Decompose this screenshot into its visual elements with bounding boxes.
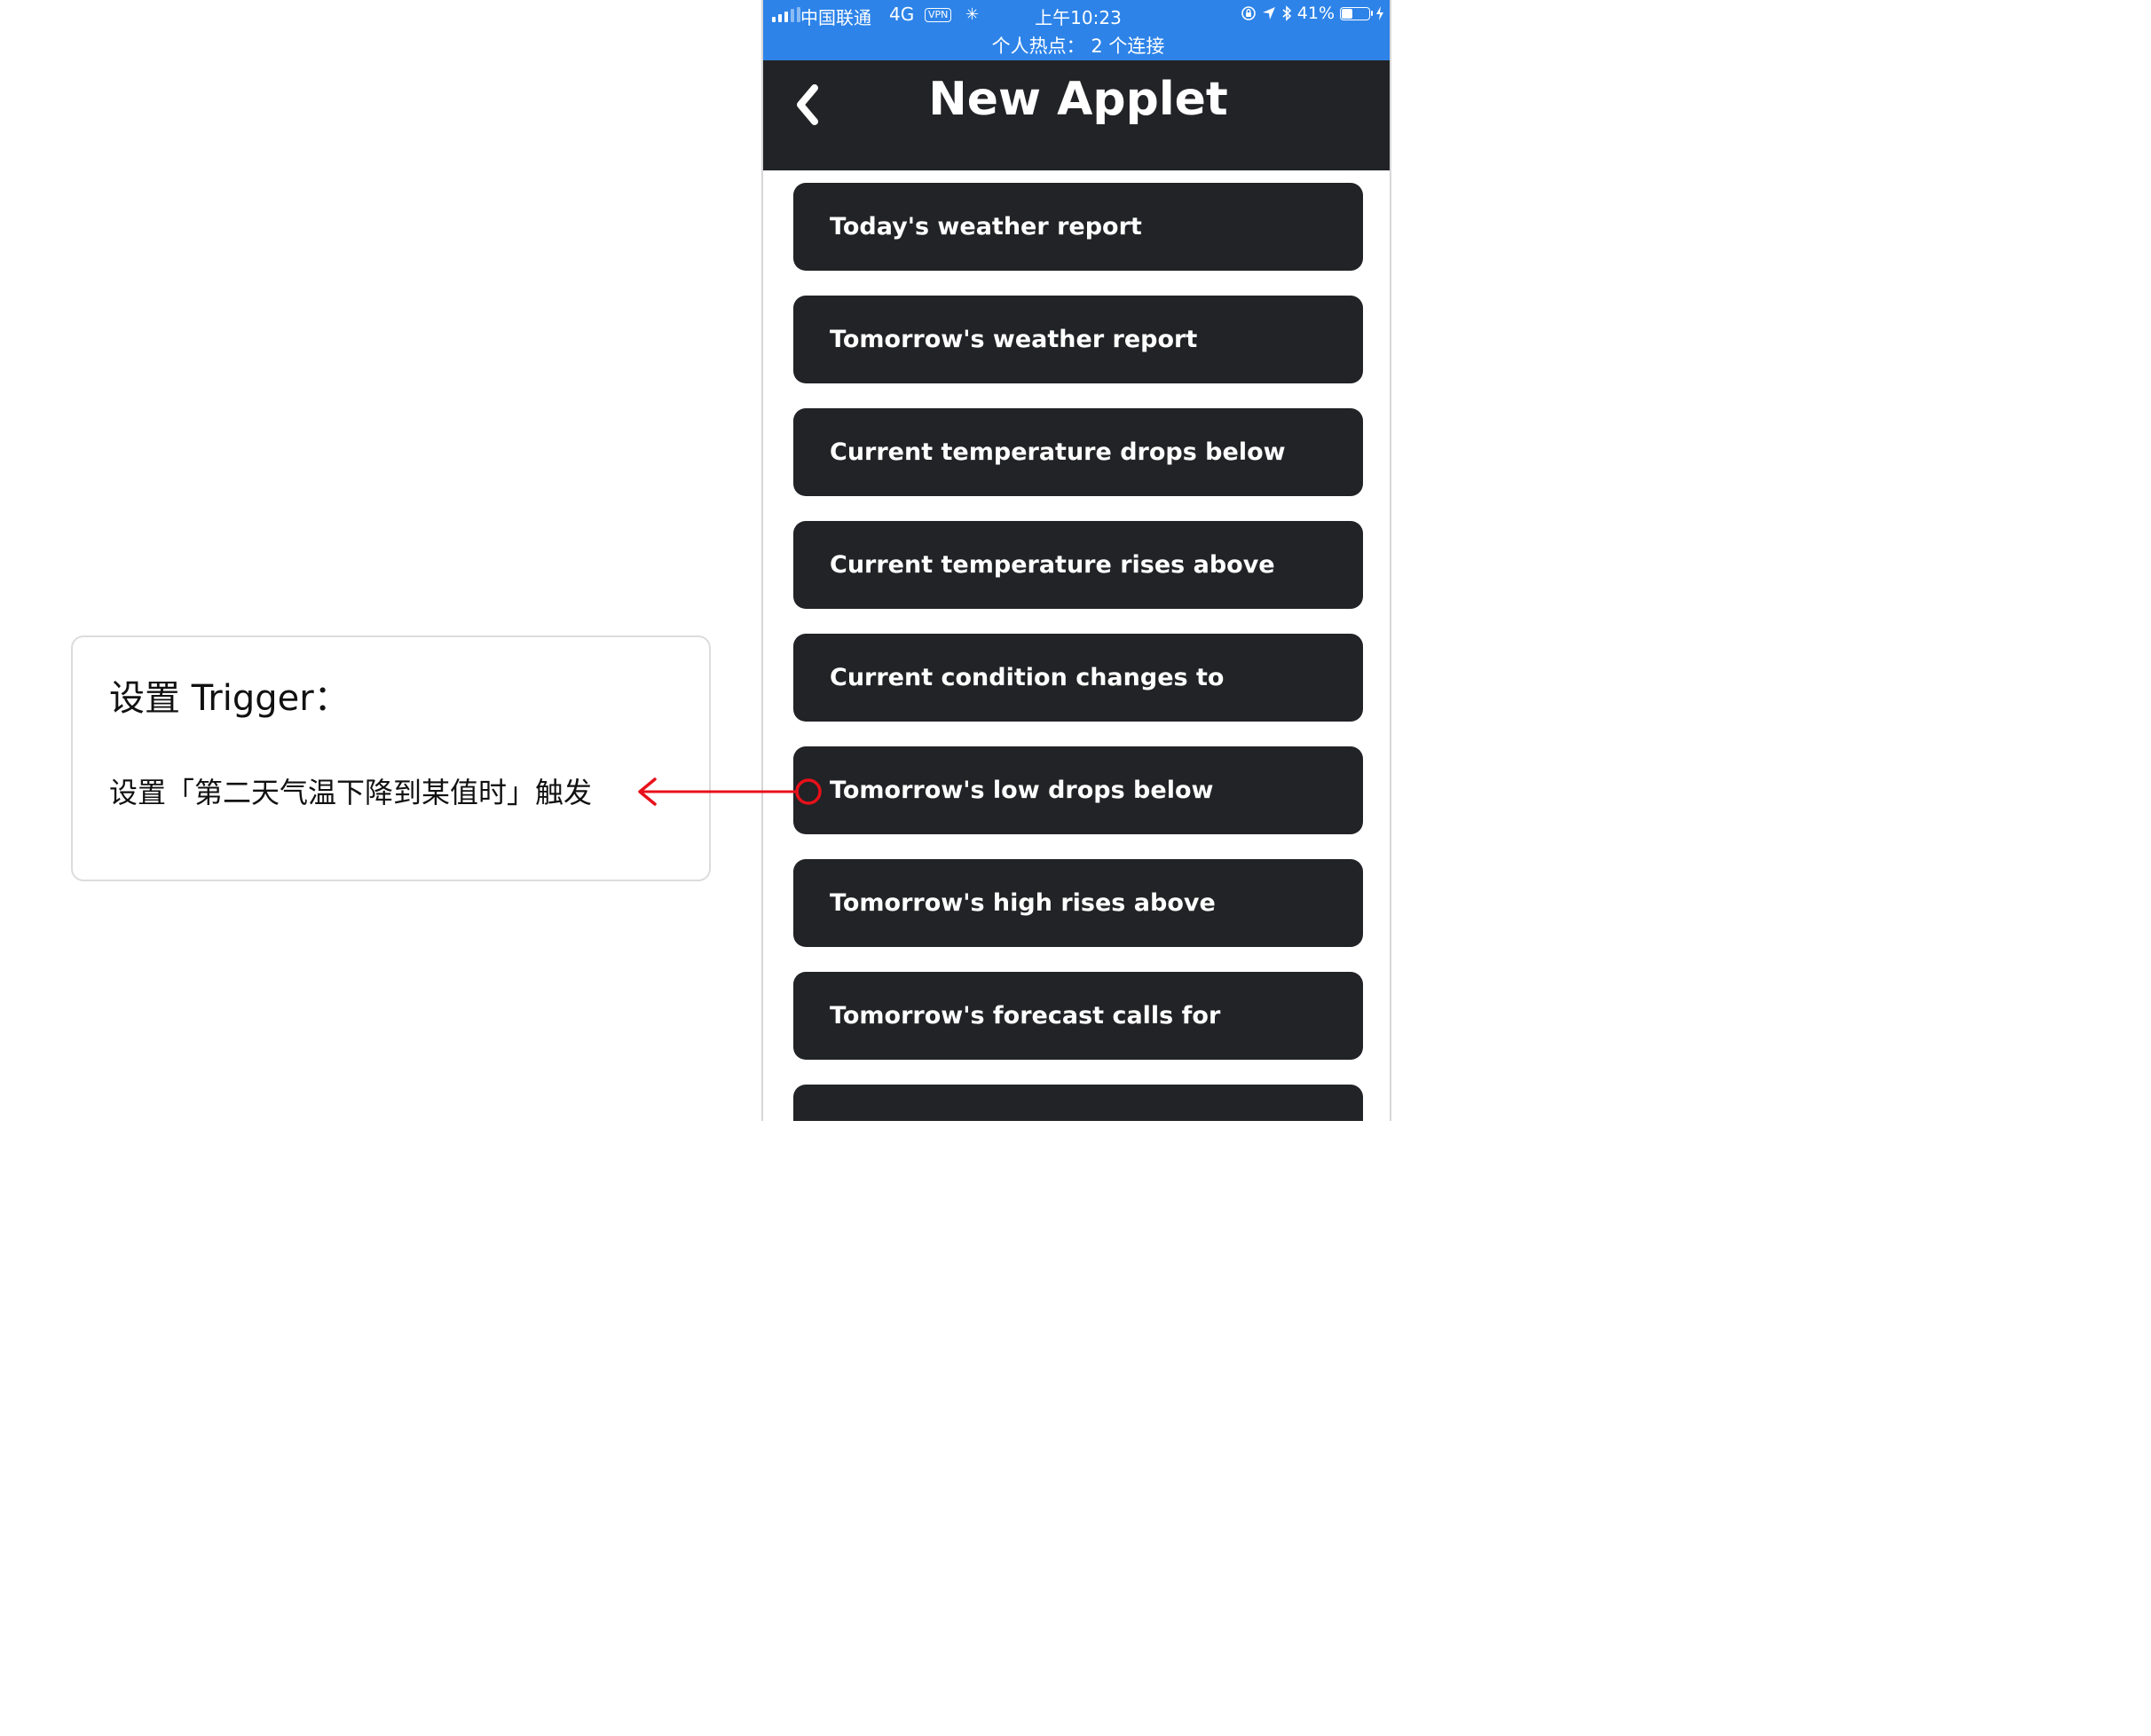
trigger-label: Current temperature rises above bbox=[830, 551, 1275, 579]
charging-icon bbox=[1376, 6, 1383, 20]
annotation-description: 设置「第二天气温下降到某值时」触发 bbox=[109, 776, 593, 809]
hotspot-banner[interactable]: 个人热点： 2 个连接 bbox=[763, 32, 1390, 59]
trigger-item[interactable]: Tomorrow's weather report bbox=[793, 296, 1363, 383]
trigger-item[interactable]: Current temperature rises above bbox=[793, 521, 1363, 609]
trigger-item[interactable]: Current temperature drops below bbox=[793, 408, 1363, 496]
trigger-list: Today's weather report Tomorrow's weather… bbox=[793, 183, 1363, 1121]
orientation-lock-icon bbox=[1241, 6, 1256, 20]
trigger-label: Tomorrow's low drops below bbox=[830, 777, 1214, 804]
annotation-title: 设置 Trigger： bbox=[109, 678, 350, 719]
trigger-label: Current condition changes to bbox=[830, 664, 1225, 691]
status-bar: 中国联通 4G VPN ✳ 上午10:23 41% 个人热点： 2 个连接 bbox=[763, 0, 1390, 60]
annotation-callout: 设置 Trigger： 设置「第二天气温下降到某值时」触发 bbox=[71, 635, 711, 881]
trigger-item-highlighted[interactable]: Tomorrow's low drops below bbox=[793, 746, 1363, 834]
trigger-item[interactable] bbox=[793, 1085, 1363, 1121]
trigger-item[interactable]: Tomorrow's high rises above bbox=[793, 859, 1363, 947]
nav-bar: New Applet bbox=[763, 60, 1390, 170]
trigger-item[interactable]: Tomorrow's forecast calls for bbox=[793, 972, 1363, 1060]
status-right-group: 41% bbox=[1241, 4, 1384, 23]
trigger-label: Tomorrow's forecast calls for bbox=[830, 1002, 1221, 1030]
trigger-label: Current temperature drops below bbox=[830, 438, 1286, 466]
trigger-label: Tomorrow's weather report bbox=[830, 326, 1198, 353]
trigger-item[interactable]: Current condition changes to bbox=[793, 634, 1363, 722]
bluetooth-icon bbox=[1282, 5, 1291, 21]
battery-percent: 41% bbox=[1296, 4, 1335, 23]
page-title: New Applet bbox=[928, 73, 1228, 126]
battery-icon bbox=[1340, 6, 1373, 20]
trigger-label: Tomorrow's high rises above bbox=[830, 889, 1216, 917]
location-icon bbox=[1262, 7, 1275, 20]
trigger-item[interactable]: Today's weather report bbox=[793, 183, 1363, 271]
tutorial-canvas: 设置 Trigger： 设置「第二天气温下降到某值时」触发 中国联通 4G VP… bbox=[0, 0, 1391, 1121]
phone-screen: 中国联通 4G VPN ✳ 上午10:23 41% 个人热点： 2 个连接 Ne… bbox=[761, 0, 1391, 1121]
trigger-label: Today's weather report bbox=[830, 213, 1142, 241]
